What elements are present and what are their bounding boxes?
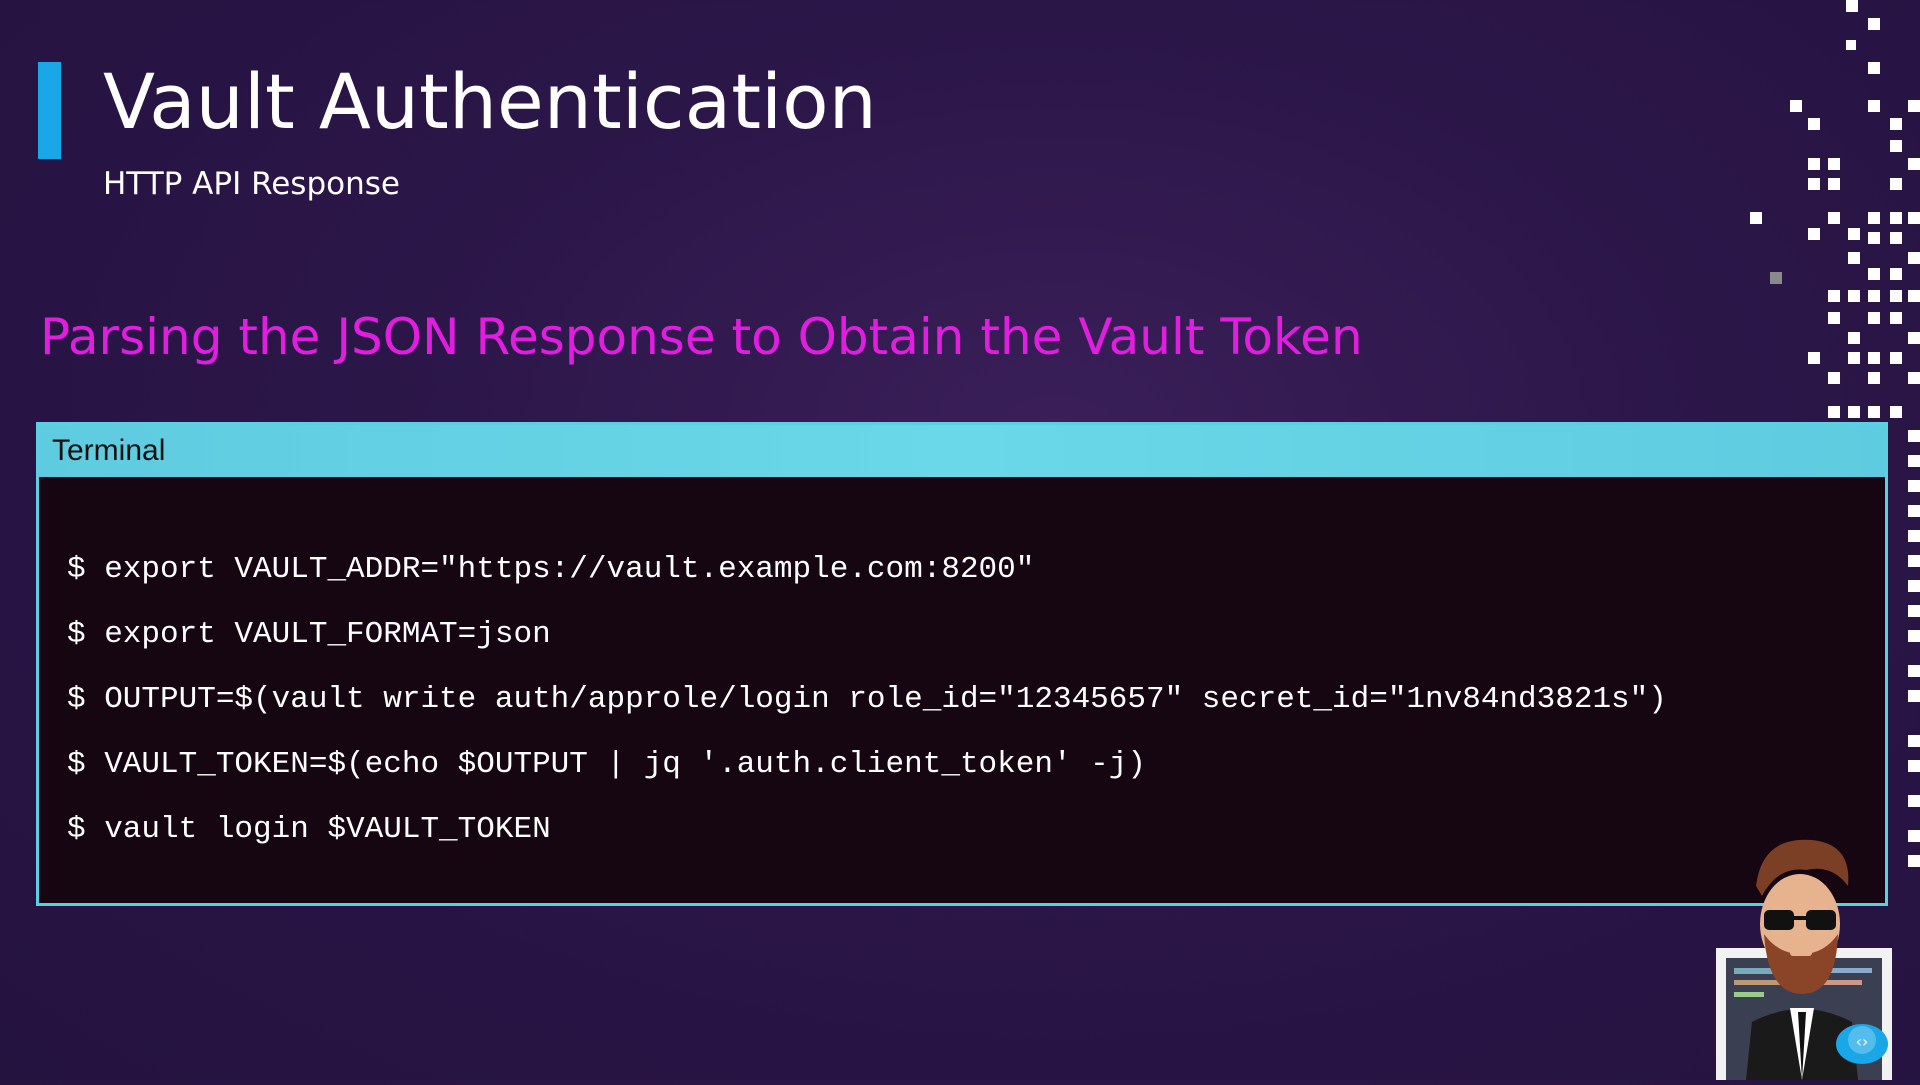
command-line: $ OUTPUT=$(vault write auth/approle/logi… <box>67 682 1667 717</box>
command-line: $ vault login $VAULT_TOKEN <box>67 812 551 847</box>
terminal-body: $ export VAULT_ADDR="https://vault.examp… <box>39 477 1885 862</box>
title-accent-bar <box>38 62 61 159</box>
slide-title: Vault Authentication <box>103 57 877 146</box>
terminal-window: Terminal $ export VAULT_ADDR="https://va… <box>36 422 1888 906</box>
command-line: $ export VAULT_FORMAT=json <box>67 617 551 652</box>
slide-subtitle: HTTP API Response <box>103 166 400 202</box>
command-line: $ export VAULT_ADDR="https://vault.examp… <box>67 552 1035 587</box>
command-line: $ VAULT_TOKEN=$(echo $OUTPUT | jq '.auth… <box>67 747 1146 782</box>
terminal-header: Terminal <box>39 425 1885 477</box>
svg-text:‹›: ‹› <box>1856 1032 1869 1051</box>
presenter-avatar-icon: ‹› <box>1712 826 1912 1080</box>
section-heading: Parsing the JSON Response to Obtain the … <box>40 308 1363 366</box>
terminal-title: Terminal <box>52 434 166 467</box>
pixel-dots-decoration <box>1750 0 1920 880</box>
